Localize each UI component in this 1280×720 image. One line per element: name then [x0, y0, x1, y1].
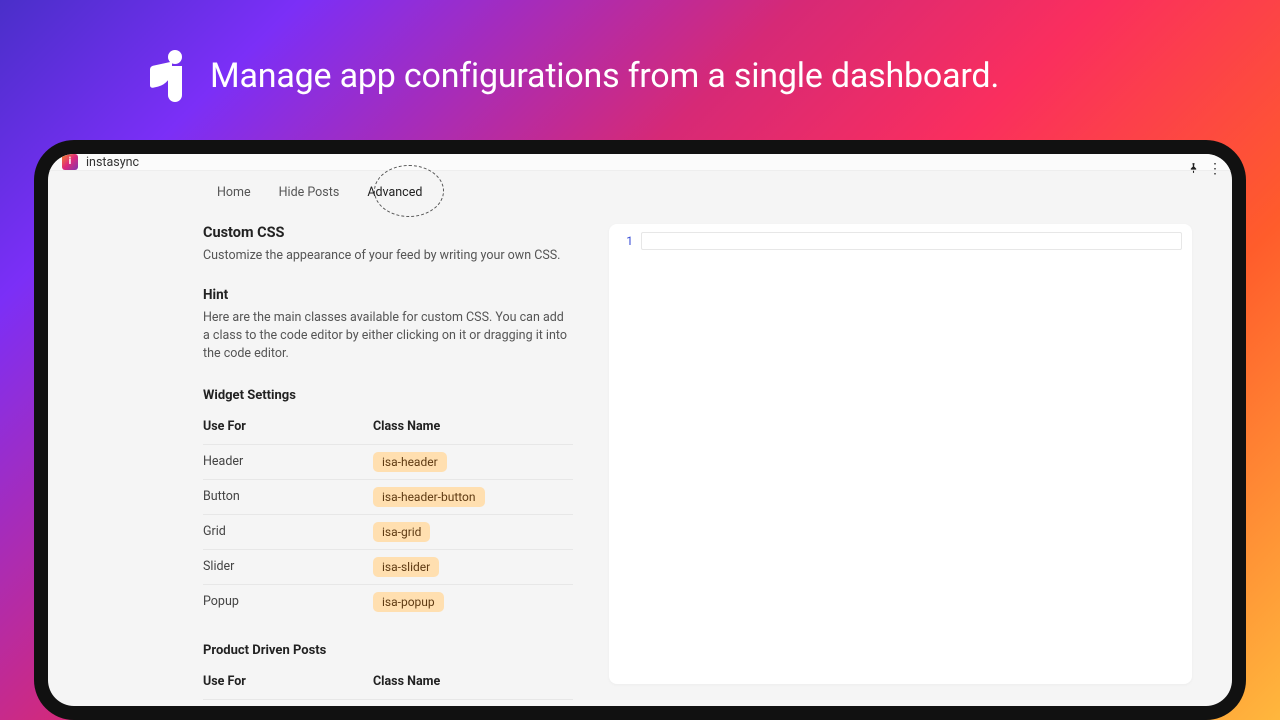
use-cell: Button — [203, 479, 373, 514]
widget-settings-table: Use For Class Name Headerisa-header Butt… — [203, 411, 573, 619]
tabs: Home Hide Posts Advanced — [48, 171, 1232, 214]
use-cell: Grid — [203, 514, 373, 549]
tablet-frame: i instasync ⋮ Home Hide Posts Advanced C… — [34, 140, 1246, 720]
class-chip[interactable]: isa-popup — [373, 592, 444, 612]
right-panel: 1 — [603, 214, 1232, 706]
code-editor[interactable]: 1 — [609, 224, 1192, 684]
table-row: Headerispdp-header — [203, 699, 573, 706]
col-use-for: Use For — [203, 666, 373, 700]
app-logo-icon — [150, 50, 192, 102]
use-cell: Popup — [203, 584, 373, 619]
col-use-for: Use For — [203, 411, 373, 445]
app-icon-letter: i — [69, 157, 72, 167]
line-number: 1 — [619, 232, 641, 250]
editor-line-input[interactable] — [641, 232, 1182, 250]
hero: Manage app configurations from a single … — [150, 50, 999, 102]
tab-hide-posts[interactable]: Hide Posts — [265, 179, 354, 206]
hint-title: Hint — [203, 287, 573, 303]
col-class-name: Class Name — [373, 411, 573, 445]
class-chip[interactable]: isa-grid — [373, 522, 430, 542]
pdp-title: Product Driven Posts — [203, 643, 573, 658]
table-row: Headerisa-header — [203, 444, 573, 479]
title-bar: i instasync ⋮ — [48, 154, 1232, 171]
hero-headline: Manage app configurations from a single … — [210, 56, 999, 96]
tab-home[interactable]: Home — [203, 179, 265, 206]
table-row: Sliderisa-slider — [203, 549, 573, 584]
class-chip[interactable]: isa-header-button — [373, 487, 485, 507]
class-chip[interactable]: isa-slider — [373, 557, 439, 577]
app-name: instasync — [86, 155, 139, 170]
widget-settings-title: Widget Settings — [203, 388, 573, 403]
app-icon: i — [62, 154, 78, 170]
custom-css-title: Custom CSS — [203, 224, 573, 241]
use-cell: Header — [203, 444, 373, 479]
use-cell: Slider — [203, 549, 373, 584]
left-panel: Custom CSS Customize the appearance of y… — [48, 214, 603, 706]
app-screen: i instasync ⋮ Home Hide Posts Advanced C… — [48, 154, 1232, 706]
class-chip[interactable]: isa-header — [373, 452, 447, 472]
use-cell: Header — [203, 699, 373, 706]
tab-advanced[interactable]: Advanced — [353, 179, 436, 206]
col-class-name: Class Name — [373, 666, 573, 700]
pdp-table: Use For Class Name Headerispdp-header Sl… — [203, 666, 573, 707]
table-row: Popupisa-popup — [203, 584, 573, 619]
hint-desc: Here are the main classes available for … — [203, 309, 573, 363]
custom-css-desc: Customize the appearance of your feed by… — [203, 247, 573, 265]
table-row: Gridisa-grid — [203, 514, 573, 549]
table-row: Buttonisa-header-button — [203, 479, 573, 514]
